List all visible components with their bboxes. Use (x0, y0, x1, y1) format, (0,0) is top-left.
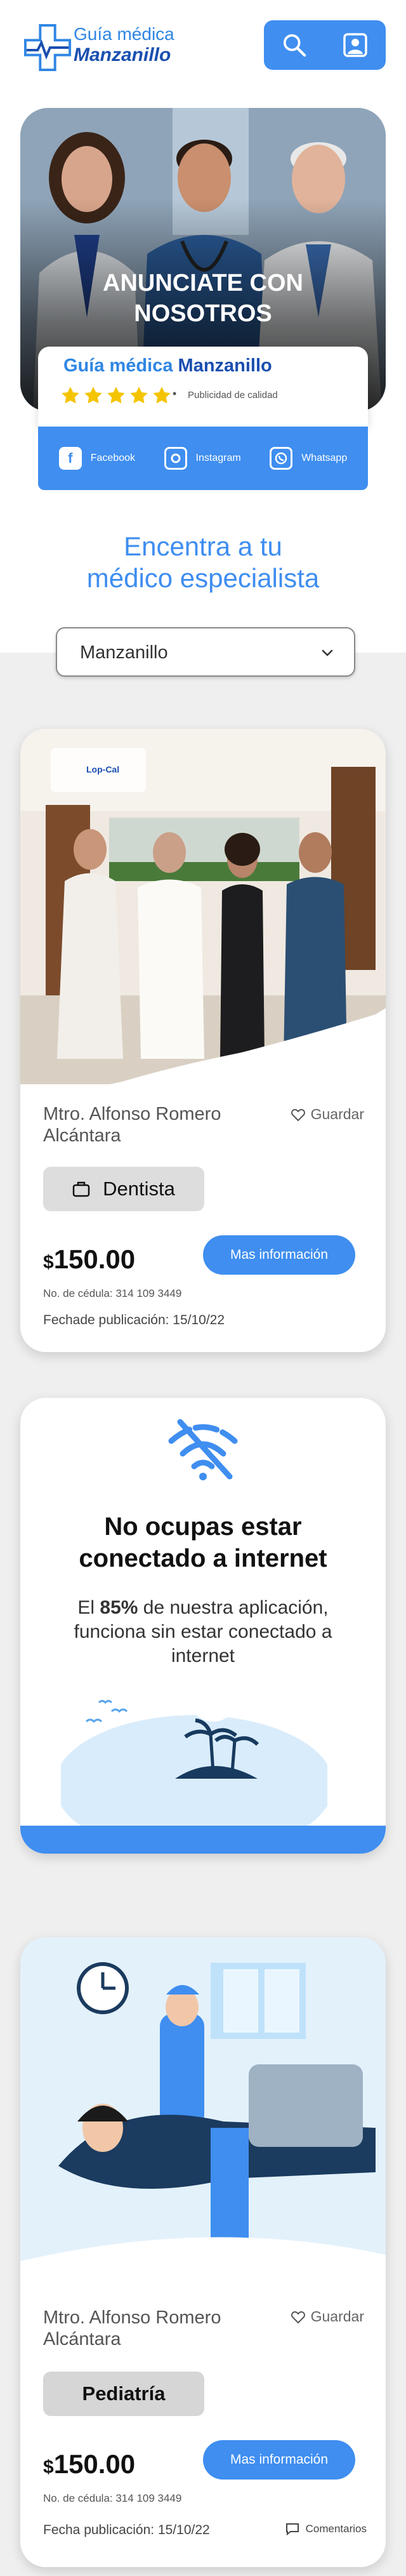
user-profile-icon (343, 33, 367, 57)
doctor-name[interactable]: Mtro. Alfonso Romero Alcántara (43, 2307, 221, 2350)
promo-title-a: Guía médica (63, 355, 173, 376)
city-select-value: Manzanillo (80, 642, 168, 663)
comment-icon (285, 2523, 299, 2535)
hero-title-line-2: NOSOTROS (134, 300, 272, 327)
search-button[interactable] (275, 26, 313, 64)
instagram-icon (164, 447, 187, 470)
card-footer-bar (20, 1826, 386, 1854)
doctor-card[interactable]: Lop-Cal Mtro. Alfonso Romero Alcántara G… (20, 729, 386, 1352)
hero-title: ANUNCIATE CON NOSOTROS (20, 268, 386, 329)
doctor-name[interactable]: Mtro. Alfonso Romero Alcántara (43, 1103, 221, 1146)
facebook-link[interactable]: f Facebook (58, 447, 136, 470)
doctor-name-line-1: Mtro. Alfonso Romero (43, 1104, 221, 1124)
star-icon (84, 387, 102, 404)
promo-title: Guía médica Manzanillo (63, 355, 272, 376)
separator-dot: • (173, 387, 177, 400)
more-info-button[interactable]: Mas información (203, 1235, 355, 1275)
promo-subtitle: Publicidad de calidad (188, 390, 278, 401)
logo-line-1: Guía médica (74, 24, 174, 44)
whatsapp-label: Whatsapp (301, 453, 348, 463)
offline-title-line-2: conectado a internet (79, 1544, 327, 1572)
hero-title-line-1: ANUNCIATE CON (103, 270, 303, 296)
doctor-name-line-1: Mtro. Alfonso Romero (43, 2307, 221, 2328)
medical-cross-logo-icon (23, 23, 72, 72)
social-bar: f Facebook Instagram Whatsapp (38, 427, 368, 490)
heart-icon (291, 2311, 305, 2323)
wifi-off-icon (168, 1419, 238, 1480)
publication-date: Fecha publicación: 15/10/22 (43, 2523, 210, 2537)
search-icon (283, 34, 306, 57)
promo-title-b: Manzanillo (178, 355, 272, 376)
app-logo[interactable]: Guía médica Manzanillo (23, 19, 175, 72)
save-button[interactable]: Guardar (291, 2308, 364, 2325)
doctor-card[interactable]: Mtro. Alfonso Romero Alcántara Guardar P… (20, 1937, 386, 2567)
save-label: Guardar (310, 2308, 364, 2325)
promo-card: Guía médica Manzanillo • Publicidad de c… (38, 347, 368, 427)
whatsapp-link[interactable]: Whatsapp (270, 447, 347, 470)
price: $150.00 (43, 2449, 135, 2480)
price-symbol: $ (43, 2457, 54, 2478)
star-icon (130, 387, 148, 404)
dentist-illustration (20, 1937, 386, 2293)
facebook-label: Facebook (90, 453, 136, 463)
specialty-label: Dentista (103, 1178, 175, 1200)
offline-text-pre: El (77, 1597, 95, 1618)
logo-line-2: Manzanillo (74, 44, 171, 65)
instagram-link[interactable]: Instagram (164, 447, 241, 470)
chevron-down-icon (322, 649, 333, 656)
price-value: 150.00 (53, 2449, 136, 2479)
doctor-name-line-2: Alcántara (43, 1125, 121, 1146)
publication-date: Fechade publicación: 15/10/22 (43, 1313, 225, 1327)
offline-percentage: 85% (100, 1597, 138, 1618)
price: $150.00 (43, 1244, 135, 1275)
offline-title-line-1: No ocupas estar (104, 1513, 302, 1541)
rating-stars (61, 386, 171, 405)
facebook-icon: f (58, 447, 82, 470)
price-symbol: $ (43, 1252, 54, 1273)
price-value: 150.00 (53, 1244, 136, 1274)
instagram-label: Instagram (195, 453, 241, 463)
license-number: No. de cédula: 314 109 3449 (43, 1287, 182, 1299)
specialty-tag: Pediatría (43, 2372, 204, 2416)
briefcase-icon (72, 1181, 90, 1197)
search-headline: Encentra a tu médico especialista (0, 531, 406, 594)
star-icon (153, 387, 171, 404)
star-icon (62, 387, 79, 404)
more-info-button[interactable]: Mas información (203, 2440, 355, 2480)
city-select[interactable]: Manzanillo (56, 627, 355, 677)
save-label: Guardar (310, 1106, 364, 1122)
specialty-tag: Dentista (43, 1167, 204, 1211)
license-number: No. de cédula: 314 109 3449 (43, 2492, 182, 2504)
comments-label: Comentarios (305, 2523, 367, 2535)
doctor-photo (20, 729, 386, 1084)
offline-description: El 85% de nuestra aplicación, funciona s… (58, 1596, 348, 1668)
clinic-logo: Lop-Cal (86, 764, 120, 774)
headline-line-1: Encentra a tu (124, 531, 282, 561)
profile-button[interactable] (336, 26, 374, 64)
save-button[interactable]: Guardar (291, 1106, 364, 1123)
header-actions (264, 20, 386, 70)
island-illustration (61, 1677, 327, 1829)
doctor-name-line-2: Alcántara (43, 2329, 121, 2349)
headline-line-2: médico especialista (86, 563, 320, 593)
heart-icon (291, 1108, 305, 1121)
offline-info-card: No ocupas estar conectado a internet El … (20, 1398, 386, 1854)
star-icon (107, 387, 125, 404)
offline-title: No ocupas estar conectado a internet (20, 1511, 386, 1574)
whatsapp-icon (270, 447, 293, 470)
comments-button[interactable]: Comentarios (285, 2523, 367, 2535)
